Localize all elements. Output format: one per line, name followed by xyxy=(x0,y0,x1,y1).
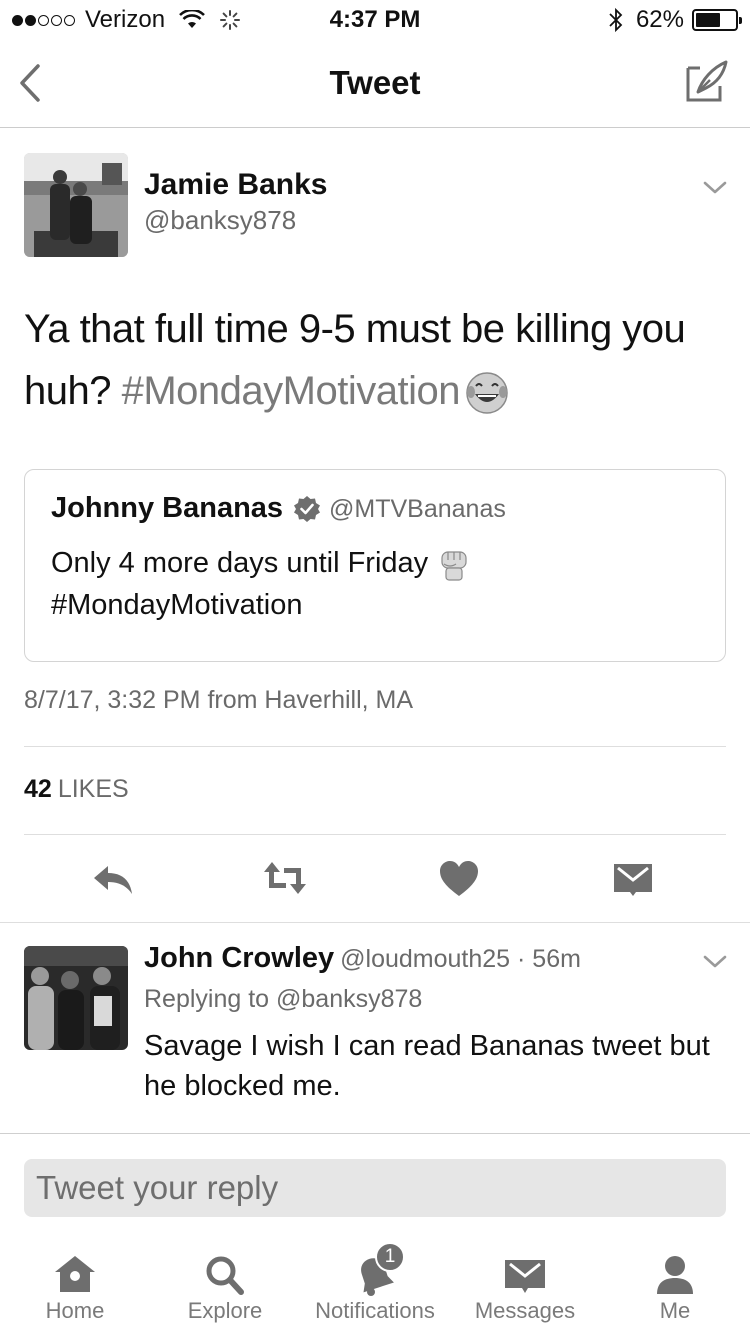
battery-level xyxy=(696,13,720,27)
navigation-bar: Tweet xyxy=(0,40,750,128)
reply-icon[interactable] xyxy=(90,858,136,898)
person-icon xyxy=(657,1256,693,1294)
heart-icon[interactable] xyxy=(436,858,482,898)
reply-author-avatar[interactable] xyxy=(24,946,128,1050)
author-handle[interactable]: @banksy878 xyxy=(144,205,296,236)
tab-label: Explore xyxy=(187,1298,263,1323)
retweet-icon[interactable] xyxy=(262,858,308,898)
notification-badge: 1 xyxy=(375,1242,405,1272)
likes-count: 42 xyxy=(24,775,52,803)
thread-divider xyxy=(0,922,750,923)
chevron-down-icon[interactable] xyxy=(702,180,728,196)
tab-me[interactable]: Me xyxy=(600,1240,750,1334)
quoted-author-handle: @MTVBananas xyxy=(329,495,506,523)
hashtag-link[interactable]: #MondayMotivation xyxy=(122,369,461,413)
divider xyxy=(24,834,726,835)
reply-author-name[interactable]: John Crowley xyxy=(144,942,334,974)
quoted-hashtag[interactable]: #MondayMotivation xyxy=(51,589,302,621)
tab-home[interactable]: Home xyxy=(0,1240,150,1334)
replying-to-label[interactable]: Replying to @banksy878 xyxy=(144,985,422,1014)
reply-author-handle[interactable]: @loudmouth25 · 56m xyxy=(340,945,581,973)
tweet-text: Ya that full time 9-5 must be killing yo… xyxy=(24,298,734,422)
divider xyxy=(24,746,726,747)
quoted-author-name: Johnny Bananas xyxy=(51,492,284,524)
quoted-tweet-text: Only 4 more days until Friday #MondayMot… xyxy=(51,542,691,626)
battery-percent: 62% xyxy=(635,6,684,33)
tweet-actions xyxy=(0,852,750,904)
reply-input[interactable] xyxy=(24,1159,726,1217)
status-right: 62% xyxy=(608,6,742,34)
tab-bar: Home Explore 1 Notifications Messages Me xyxy=(0,1240,750,1334)
bell-icon-wrapper: 1 xyxy=(351,1242,405,1298)
verified-badge-icon xyxy=(294,496,320,522)
status-bar: Verizon 4:37 PM 62% xyxy=(0,0,750,40)
author-name[interactable]: Jamie Banks xyxy=(144,168,327,202)
quoted-body: Only 4 more days until Friday xyxy=(51,547,437,579)
home-icon xyxy=(55,1256,95,1292)
tab-label: Messages xyxy=(474,1298,576,1323)
battery-icon xyxy=(692,9,742,31)
envelope-icon xyxy=(505,1260,545,1293)
chevron-down-icon[interactable] xyxy=(702,954,728,970)
search-icon xyxy=(206,1256,244,1295)
tab-label: Me xyxy=(659,1298,691,1323)
tweet-timestamp: 8/7/17, 3:32 PM from Haverhill, MA xyxy=(24,686,414,714)
likes-summary[interactable]: 42 LIKES xyxy=(24,775,129,804)
tab-explore[interactable]: Explore xyxy=(150,1240,300,1334)
envelope-icon[interactable] xyxy=(610,858,656,898)
tab-label: Notifications xyxy=(315,1298,435,1323)
tab-notifications[interactable]: 1 Notifications xyxy=(300,1240,450,1334)
raised-fist-emoji-icon xyxy=(441,551,467,581)
reply-text: Savage I wish I can read Bananas tweet b… xyxy=(144,1030,710,1102)
quoted-tweet-card[interactable]: Johnny Bananas @MTVBananas Only 4 more d… xyxy=(24,469,726,662)
author-avatar[interactable] xyxy=(24,153,128,257)
likes-label: LIKES xyxy=(57,775,129,803)
compose-icon[interactable] xyxy=(684,58,730,104)
tab-messages[interactable]: Messages xyxy=(450,1240,600,1334)
bluetooth-icon xyxy=(609,7,623,33)
laughing-emoji-icon xyxy=(466,372,508,415)
page-title: Tweet xyxy=(329,64,421,101)
tab-label: Home xyxy=(45,1298,105,1323)
reply-header: John Crowley @loudmouth25 · 56m xyxy=(144,942,581,975)
